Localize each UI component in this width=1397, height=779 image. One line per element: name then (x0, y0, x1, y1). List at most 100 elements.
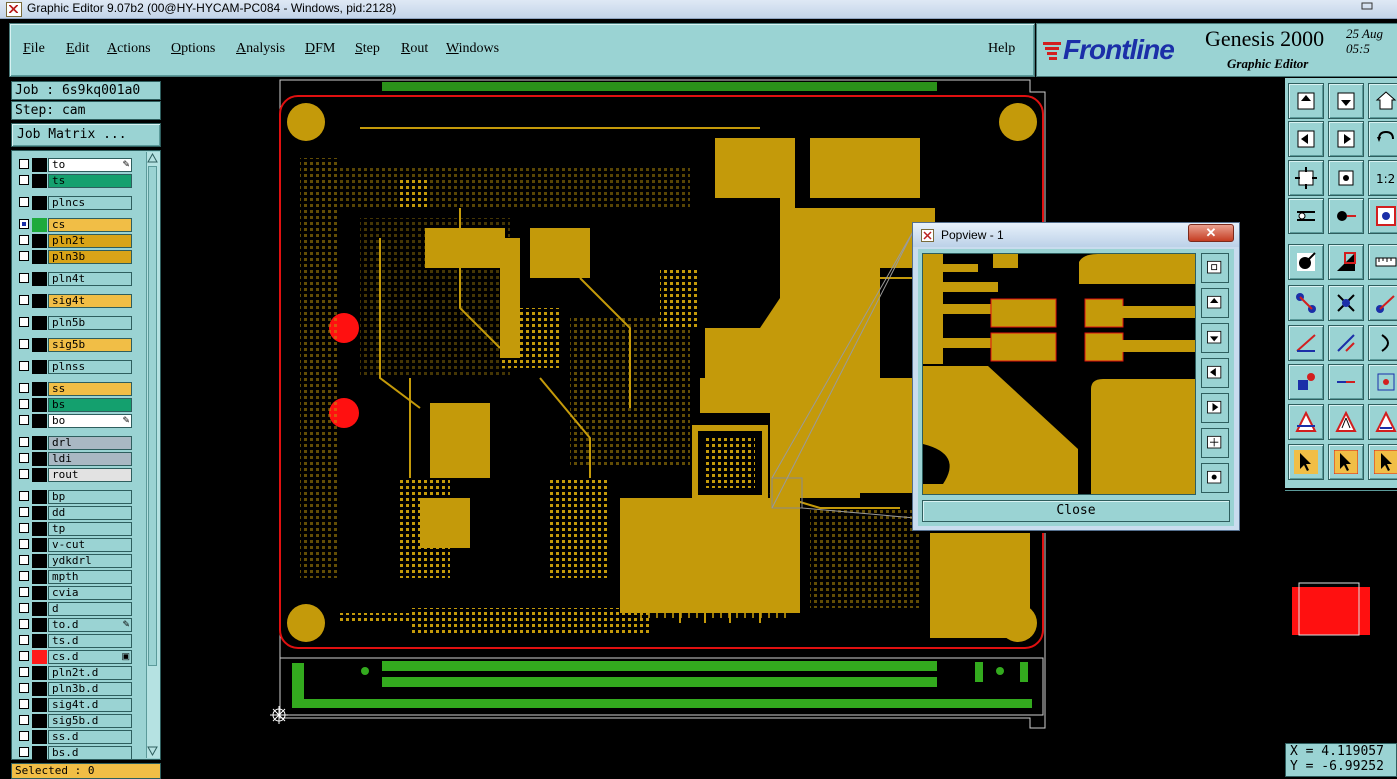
measure-button[interactable] (1288, 198, 1324, 234)
layer-row-mpth[interactable]: mpth (15, 570, 133, 584)
layer-color-swatch[interactable] (32, 250, 47, 264)
layer-row-plncs[interactable]: plncs (15, 196, 133, 210)
popview-pan-right-button[interactable] (1201, 393, 1229, 423)
layer-name[interactable]: d (48, 602, 132, 616)
minimize-icon[interactable] (1358, 0, 1396, 12)
layer-checkbox[interactable] (19, 383, 29, 393)
layer-row-cs[interactable]: cs (15, 218, 133, 232)
layer-color-swatch[interactable] (32, 338, 47, 352)
layer-color-swatch[interactable] (32, 538, 47, 552)
layer-checkbox[interactable] (19, 683, 29, 693)
layer-checkbox[interactable] (19, 603, 29, 613)
layer-color-swatch[interactable] (32, 360, 47, 374)
layer-checkbox[interactable] (19, 715, 29, 725)
down-arrow-box-button[interactable] (1328, 83, 1364, 119)
layer-row-ydkdrl[interactable]: ydkdrl (15, 554, 133, 568)
popview-pan-left-button[interactable] (1201, 358, 1229, 388)
menu-analysis[interactable]: Analysis (236, 41, 285, 57)
layer-color-swatch[interactable] (32, 554, 47, 568)
layer-row-cvia[interactable]: cvia (15, 586, 133, 600)
layer-color-swatch[interactable] (32, 682, 47, 696)
popview-close-button[interactable]: Close (922, 500, 1230, 522)
arc-button[interactable] (1368, 325, 1397, 361)
layer-row-tp[interactable]: tp (15, 522, 133, 536)
layer-name[interactable]: plncs (48, 196, 132, 210)
layer-row-d[interactable]: d (15, 602, 133, 616)
scale-button[interactable]: 1:2 (1368, 160, 1397, 196)
layer-checkbox[interactable] (19, 619, 29, 629)
layer-checkbox[interactable] (19, 219, 29, 229)
layer-checkbox[interactable] (19, 361, 29, 371)
layer-row-ss[interactable]: ss (15, 382, 133, 396)
layer-name[interactable]: drl (48, 436, 132, 450)
layer-name[interactable]: tp (48, 522, 132, 536)
layer-checkbox[interactable] (19, 507, 29, 517)
layer-color-swatch[interactable] (32, 316, 47, 330)
popview-close-icon[interactable]: ✕ (1188, 224, 1234, 242)
menu-edit[interactable]: Edit (66, 41, 89, 57)
layer-row-ts[interactable]: ts (15, 174, 133, 188)
popview-pan-up-button[interactable] (1201, 288, 1229, 318)
layer-checkbox[interactable] (19, 295, 29, 305)
layer-checkbox[interactable] (19, 273, 29, 283)
layer-checkbox[interactable] (19, 159, 29, 169)
job-matrix-button[interactable]: Job Matrix ... (11, 123, 161, 147)
scroll-down-icon[interactable] (147, 746, 158, 756)
layer-color-swatch[interactable] (32, 196, 47, 210)
layer-checkbox[interactable] (19, 731, 29, 741)
layer-checkbox[interactable] (19, 555, 29, 565)
right-arrow-box-button[interactable] (1328, 121, 1364, 157)
layer-color-swatch[interactable] (32, 634, 47, 648)
layer-row-pln3b-d[interactable]: pln3b.d (15, 682, 133, 696)
layer-row-sig4t[interactable]: sig4t (15, 294, 133, 308)
layer-name[interactable]: pln4t (48, 272, 132, 286)
layer-checkbox[interactable] (19, 453, 29, 463)
popview-pan-down-button[interactable] (1201, 323, 1229, 353)
layer-row-to-d[interactable]: to.d ✎ (15, 618, 133, 632)
layer-color-swatch[interactable] (32, 746, 47, 760)
popview-fit-button[interactable] (1201, 463, 1229, 493)
layer-name[interactable]: to (48, 158, 132, 172)
connect-nodes-button[interactable] (1288, 285, 1324, 321)
line-edit-button[interactable] (1328, 325, 1364, 361)
menu-actions[interactable]: Actions (107, 41, 151, 57)
layer-color-swatch[interactable] (32, 436, 47, 450)
popview-title-bar[interactable]: Popview - 1 ✕ (913, 223, 1239, 247)
layer-name[interactable]: dd (48, 506, 132, 520)
layer-checkbox[interactable] (19, 437, 29, 447)
layer-color-swatch[interactable] (32, 490, 47, 504)
layer-name[interactable]: sig4t (48, 294, 132, 308)
layer-name[interactable]: ts (48, 174, 132, 188)
layer-name[interactable]: cs (48, 218, 132, 232)
layer-checkbox[interactable] (19, 399, 29, 409)
layer-name[interactable]: sig5b (48, 338, 132, 352)
layer-row-pln5b[interactable]: pln5b (15, 316, 133, 330)
layer-row-drl[interactable]: drl (15, 436, 133, 450)
layer-row-dd[interactable]: dd (15, 506, 133, 520)
layer-row-plnss[interactable]: plnss (15, 360, 133, 374)
triangle-button[interactable] (1288, 404, 1324, 440)
move-node-button[interactable] (1368, 285, 1397, 321)
layer-color-swatch[interactable] (32, 398, 47, 412)
layer-row-bp[interactable]: bp (15, 490, 133, 504)
house-button[interactable] (1368, 83, 1397, 119)
layer-row-rout[interactable]: rout (15, 468, 133, 482)
pointer-select-button[interactable] (1288, 244, 1324, 280)
layer-checkbox[interactable] (19, 571, 29, 581)
layer-checkbox[interactable] (19, 667, 29, 677)
menu-windows[interactable]: Windows (446, 41, 499, 57)
layer-name[interactable]: bo (48, 414, 132, 428)
layer-color-swatch[interactable] (32, 294, 47, 308)
layer-color-swatch[interactable] (32, 468, 47, 482)
layer-checkbox[interactable] (19, 635, 29, 645)
layer-color-swatch[interactable] (32, 382, 47, 396)
layer-row-sig5b-d[interactable]: sig5b.d (15, 714, 133, 728)
pad-button[interactable] (1288, 364, 1324, 400)
triangle-b-button[interactable] (1368, 404, 1397, 440)
layer-name[interactable]: pln3b.d (48, 682, 132, 696)
ruler-button[interactable] (1368, 244, 1397, 280)
layer-name[interactable]: ts.d (48, 634, 132, 648)
select-cursor-c-button[interactable] (1368, 444, 1397, 480)
layer-checkbox[interactable] (19, 491, 29, 501)
layer-checkbox[interactable] (19, 539, 29, 549)
